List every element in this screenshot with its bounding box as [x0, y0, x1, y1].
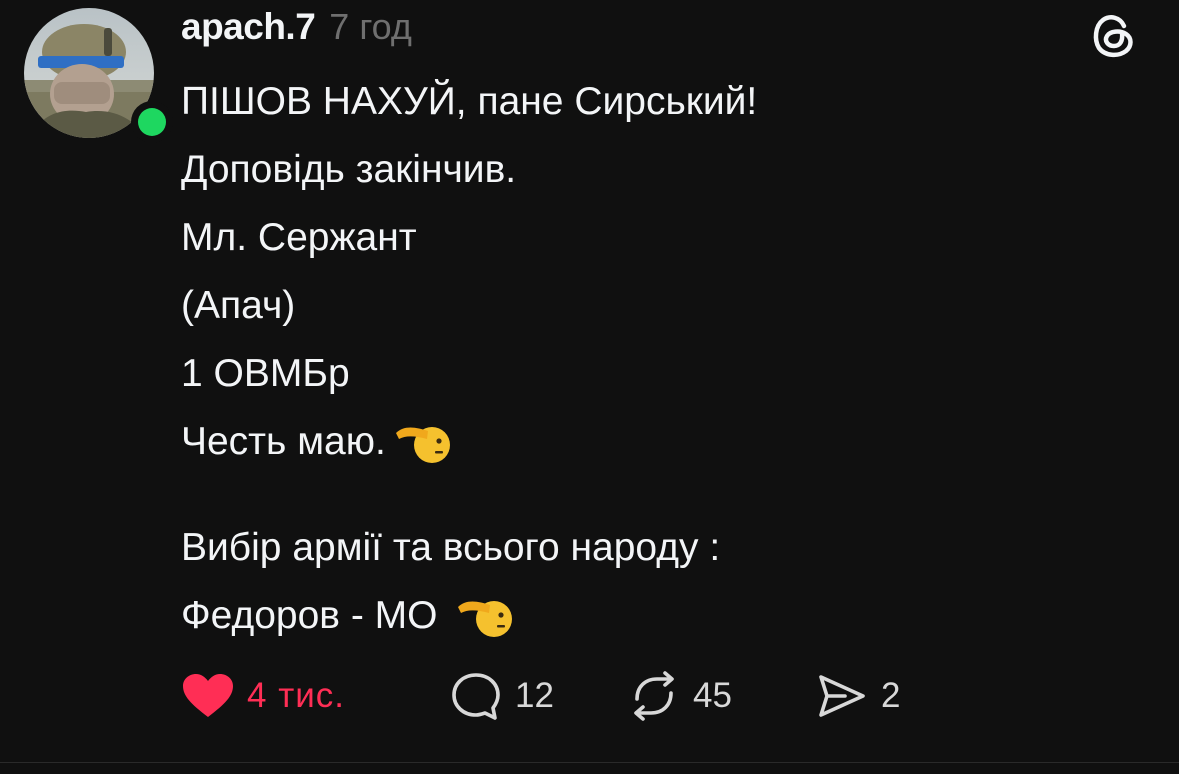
repost-icon — [627, 671, 681, 721]
repost-button[interactable]: 45 — [627, 671, 815, 721]
reply-count: 12 — [515, 676, 554, 715]
share-button[interactable]: 2 — [815, 671, 900, 721]
like-count: 4 тис. — [247, 676, 345, 715]
post-line: (Апач) — [181, 284, 296, 327]
share-count: 2 — [881, 676, 901, 715]
post-line: Вибір армії та всього народу : — [181, 526, 721, 569]
username-link[interactable]: apach.7 — [181, 6, 316, 48]
saluting-face-emoji — [456, 593, 514, 639]
avatar-container[interactable] — [24, 8, 166, 138]
post-timestamp: 7 год — [329, 6, 412, 47]
post-line: 1 ОВМБр — [181, 352, 350, 395]
heart-icon — [181, 672, 235, 720]
avatar-image — [24, 8, 154, 138]
post-text: ПІШОВ НАХУЙ, пане Сирський! Доповідь зак… — [181, 68, 1121, 650]
post-line: Мл. Сержант — [181, 216, 417, 259]
like-button[interactable]: 4 тис. — [181, 672, 449, 720]
saluting-face-emoji — [394, 419, 452, 465]
post-line-text: Честь маю. — [181, 420, 386, 463]
comment-icon — [449, 671, 503, 721]
share-icon — [815, 671, 869, 721]
online-status-indicator — [138, 108, 166, 136]
post-line-with-emoji: Честь маю. — [181, 408, 1121, 476]
post-header: apach.7 7 год — [181, 6, 412, 50]
post-line-with-emoji: Федоров - МО — [181, 582, 1121, 650]
repost-count: 45 — [693, 676, 732, 715]
threads-logo-icon[interactable] — [1086, 6, 1142, 62]
post-line: Доповідь закінчив. — [181, 148, 517, 191]
post-line-text: Федоров - МО — [181, 594, 438, 637]
divider — [0, 762, 1179, 763]
avatar[interactable] — [24, 8, 154, 138]
post-line: ПІШОВ НАХУЙ, пане Сирський! — [181, 80, 758, 123]
reply-button[interactable]: 12 — [449, 671, 627, 721]
post-actions: 4 тис. 12 45 2 — [181, 668, 900, 724]
